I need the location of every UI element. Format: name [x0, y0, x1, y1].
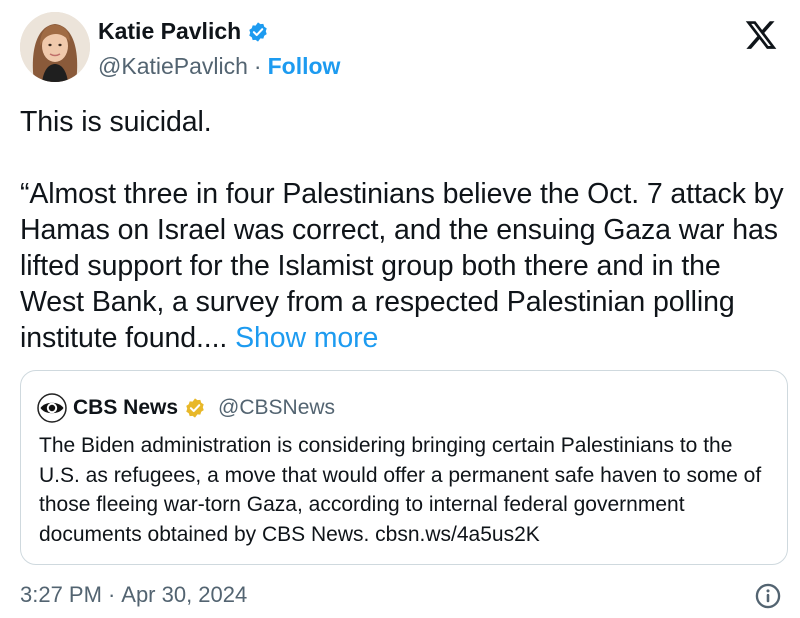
timestamp-date[interactable]: Apr 30, 2024 [121, 582, 247, 608]
show-more-link[interactable]: Show more [235, 322, 378, 354]
author-display-name[interactable]: Katie Pavlich [98, 18, 241, 45]
handle-separator: · [253, 53, 262, 79]
x-logo-icon[interactable] [744, 18, 778, 52]
quoted-tweet-header: CBS News @CBSNews [37, 393, 335, 423]
tweet-body-paragraph: “Almost three in four Palestinians belie… [20, 176, 790, 356]
tweet-body: “Almost three in four Palestinians belie… [20, 178, 784, 354]
gold-verified-badge-icon [186, 398, 204, 418]
quoted-author-name: CBS News [73, 396, 179, 419]
avatar[interactable] [20, 12, 90, 82]
quoted-tweet[interactable]: CBS News @CBSNews The Biden administrati… [20, 370, 788, 565]
avatar-image [20, 12, 90, 82]
tweet-card: Katie Pavlich @KatiePavlich · Follow Thi… [0, 0, 800, 618]
cbs-eye-icon [37, 393, 67, 423]
author-name-row: Katie Pavlich [98, 18, 269, 45]
tweet-text: This is suicidal. “Almost three in four … [20, 104, 790, 356]
verified-badge-icon [249, 21, 267, 42]
quoted-tweet-text: The Biden administration is considering … [39, 434, 762, 546]
tweet-timestamp: 3:27 PM · Apr 30, 2024 [20, 582, 247, 608]
quoted-author-handle: @CBSNews [218, 396, 336, 419]
info-icon[interactable] [754, 582, 782, 610]
author-handle-row: @KatiePavlich · Follow [98, 53, 340, 80]
follow-button[interactable]: Follow [268, 53, 341, 80]
author-handle[interactable]: @KatiePavlich [98, 53, 248, 80]
tweet-line-1: This is suicidal. [20, 106, 212, 138]
timestamp-separator: · [107, 582, 116, 607]
timestamp-time[interactable]: 3:27 PM [20, 582, 102, 608]
